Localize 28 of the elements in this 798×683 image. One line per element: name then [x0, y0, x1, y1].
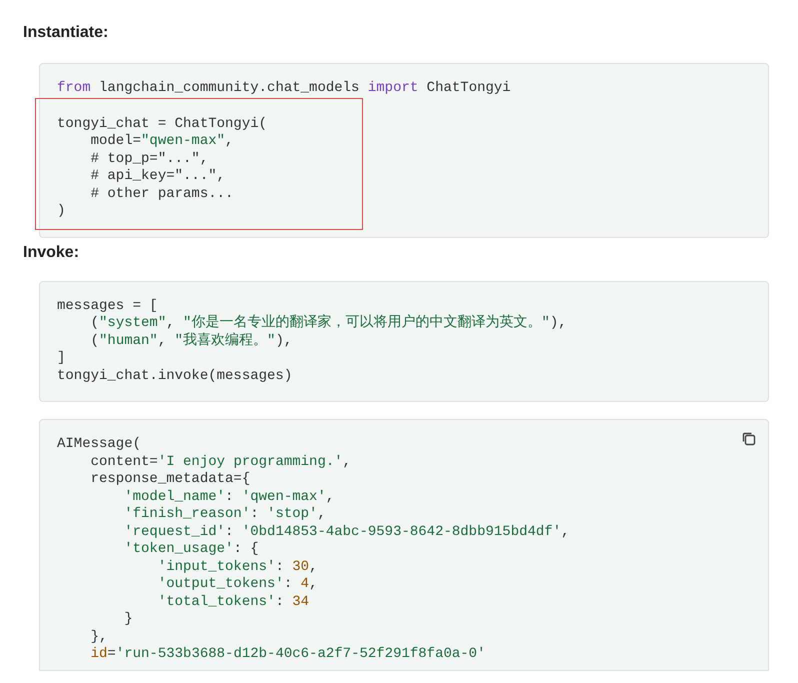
code-line: id='run-533b3688-d12b-40c6-a2f7-52f291f8fa0a-0' — [90, 646, 486, 664]
code-line: 'model_name': 'qwen-max', — [123, 488, 336, 506]
code-line: tongyi_chat = ChatTongyi( — [57, 116, 268, 133]
code-line: 'request_id': '0bd14853-4abc-9593-8642-8dbb915bd4df', — [123, 524, 571, 541]
code-line: 'output_tokens': 4, — [156, 576, 318, 594]
section-heading: Instantiate: — [23, 23, 110, 43]
code-line: ("system", "你是一名专业的翻译家，可以将用户的中文翻译为英文。"), — [90, 315, 568, 332]
code-line: # api_key="...", — [90, 168, 226, 186]
code-line: # other params... — [90, 186, 234, 203]
code-line: 'input_tokens': 30, — [156, 558, 318, 576]
code-line: ("human", "我喜欢编程。"), — [90, 332, 294, 350]
code-line: } — [123, 611, 134, 628]
code-line: tongyi_chat.invoke(messages) — [57, 368, 294, 385]
code-line: model="qwen-max", — [90, 133, 234, 150]
code-line: }, — [90, 628, 108, 646]
code-line: messages = [ — [57, 298, 159, 315]
code-line: content='I enjoy programming.', — [90, 454, 352, 471]
code-line: 'token_usage': { — [123, 541, 260, 558]
copy-button[interactable] — [740, 430, 758, 448]
code-line: # top_p="...", — [90, 150, 210, 168]
code-line: AIMessage( — [57, 436, 142, 454]
code-line: 'finish_reason': 'stop', — [123, 506, 327, 524]
code-line: ] — [57, 350, 66, 368]
code-line: ) — [57, 203, 66, 220]
code-line: from langchain_community.chat_models import ChatTongyi — [57, 80, 512, 98]
section-heading: Invoke: — [23, 242, 80, 262]
code-line: response_metadata={ — [90, 471, 252, 488]
code-line: 'total_tokens': 34 — [156, 594, 310, 611]
